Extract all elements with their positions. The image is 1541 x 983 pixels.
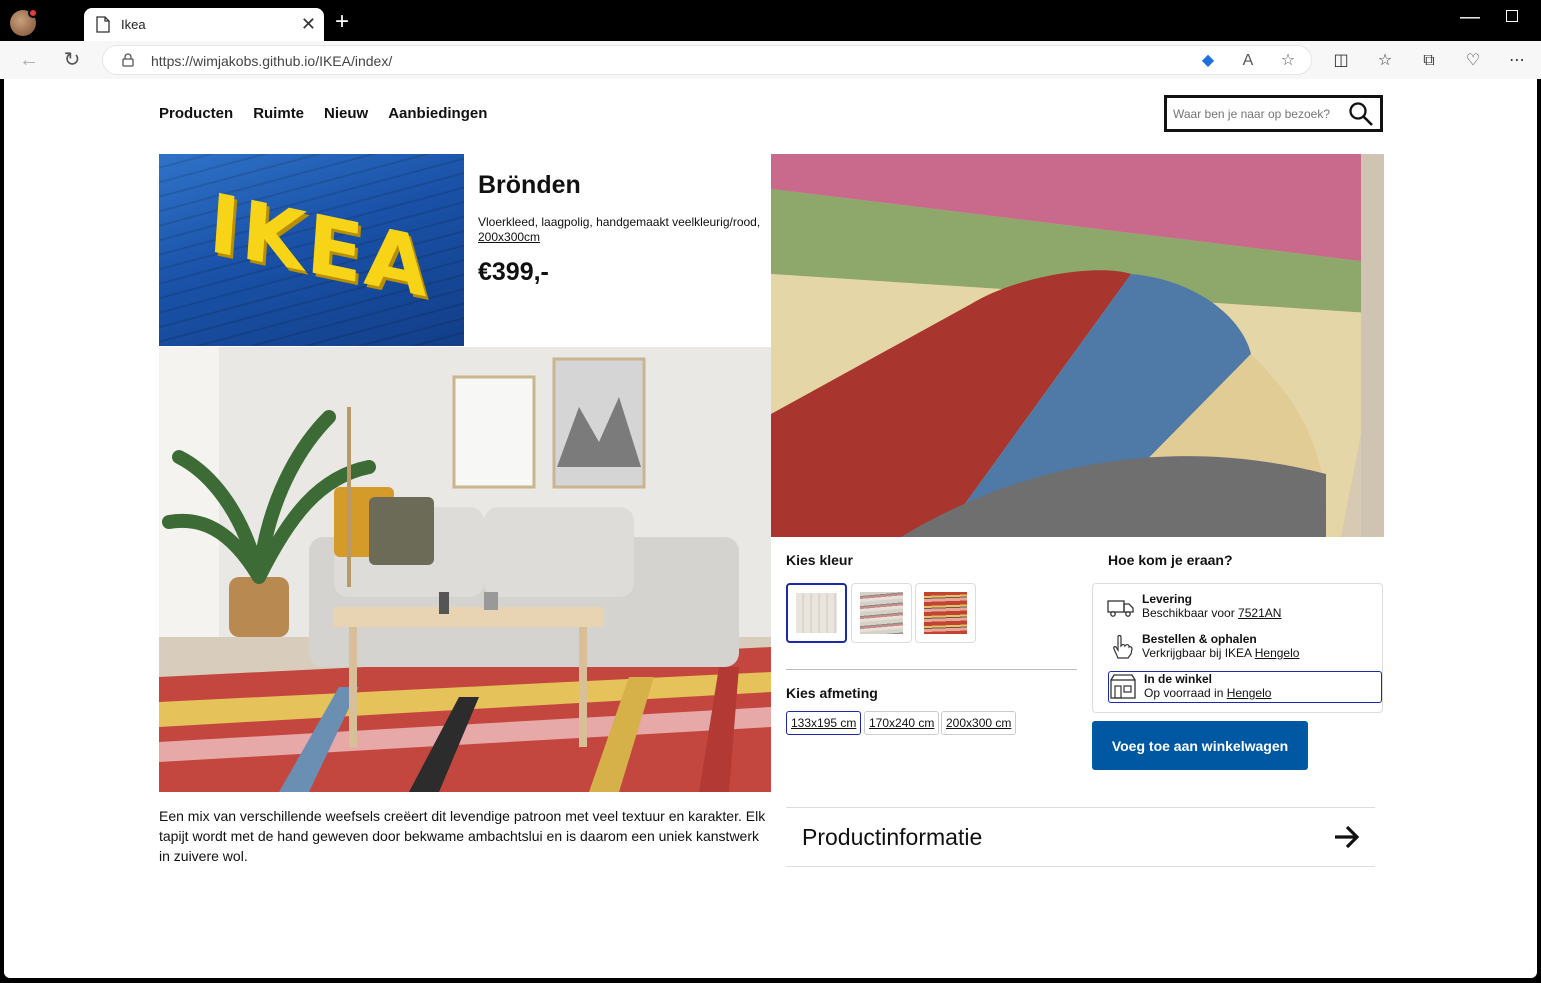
delivery-option-title: In de winkel	[1144, 672, 1213, 686]
store-location-link[interactable]: Hengelo	[1255, 646, 1300, 660]
delivery-option-title: Bestellen & ophalen	[1142, 632, 1257, 646]
delivery-option-levering[interactable]: Levering Beschikbaar voor 7521AN	[1107, 592, 1383, 624]
store-icon	[1110, 674, 1136, 699]
color-swatch-multicolor[interactable]	[851, 583, 912, 643]
size-picker-title: Kies afmeting	[786, 685, 878, 701]
browser-tab[interactable]: Ikea ✕	[84, 8, 324, 41]
notification-dot	[28, 8, 38, 18]
delivery-options-panel: Levering Beschikbaar voor 7521AN Bestell…	[1092, 583, 1383, 713]
page-icon	[96, 16, 110, 33]
living-room-image	[159, 347, 771, 792]
product-info-title: Productinformatie	[802, 824, 983, 850]
ikea-store-image: IKEA	[159, 154, 464, 346]
postcode-link[interactable]: 7521AN	[1238, 606, 1281, 620]
main-navigation: Producten Ruimte Nieuw Aanbiedingen	[159, 105, 487, 122]
rug-closeup-image	[771, 154, 1384, 537]
page-viewport: Producten Ruimte Nieuw Aanbiedingen IKEA…	[4, 79, 1537, 978]
browser-titlebar: Ikea ✕ + —	[0, 0, 1541, 41]
tab-title: Ikea	[121, 17, 146, 32]
collections-icon[interactable]: ⧉	[1418, 50, 1440, 72]
nav-item-aanbiedingen[interactable]: Aanbiedingen	[388, 105, 487, 122]
delivery-option-bestellen-ophalen[interactable]: Bestellen & ophalen Verkrijgbaar bij IKE…	[1107, 632, 1383, 664]
address-bar[interactable]: https://wimjakobs.github.io/IKEA/index/ …	[102, 45, 1312, 75]
lock-icon	[122, 53, 134, 67]
color-swatch-natural[interactable]	[786, 583, 847, 643]
delivery-option-in-de-winkel[interactable]: In de winkel Op voorraad in Hengelo	[1108, 671, 1382, 703]
split-screen-icon[interactable]: ◫	[1330, 50, 1352, 72]
add-to-cart-button[interactable]: Voeg toe aan winkelwagen	[1092, 721, 1308, 770]
size-option-133x195[interactable]: 133x195 cm	[786, 711, 862, 735]
delivery-option-subtitle: Op voorraad in Hengelo	[1144, 686, 1272, 700]
new-tab-icon[interactable]: +	[330, 10, 354, 34]
section-divider	[786, 669, 1077, 670]
browser-toolbar: ← ↻ https://wimjakobs.github.io/IKEA/ind…	[0, 41, 1541, 79]
search-icon[interactable]	[1348, 101, 1374, 127]
color-swatch-red-multicolor[interactable]	[915, 583, 976, 643]
favorites-icon[interactable]: ☆	[1374, 50, 1396, 72]
browser-essentials-icon[interactable]: ♡	[1462, 50, 1484, 72]
price-tag-icon[interactable]: ◆	[1198, 51, 1218, 71]
url-text: https://wimjakobs.github.io/IKEA/index/	[151, 53, 393, 69]
product-price: €399,-	[478, 258, 549, 286]
product-info-accordion[interactable]: Productinformatie	[786, 807, 1375, 867]
product-long-description: Een mix van verschillende weefsels creëe…	[159, 808, 766, 864]
delivery-option-title: Levering	[1142, 592, 1193, 606]
nav-item-nieuw[interactable]: Nieuw	[324, 105, 368, 122]
search-input[interactable]	[1173, 104, 1343, 124]
more-menu-icon[interactable]: ⋯	[1506, 50, 1528, 72]
nav-item-ruimte[interactable]: Ruimte	[253, 105, 304, 122]
delivery-title: Hoe kom je eraan?	[1108, 552, 1233, 568]
delivery-option-subtitle: Verkrijgbaar bij IKEA Hengelo	[1142, 646, 1300, 660]
product-description: Vloerkleed, laagpolig, handgemaakt veelk…	[478, 215, 768, 245]
profile-avatar[interactable]	[10, 8, 38, 36]
delivery-option-subtitle: Beschikbaar voor 7521AN	[1142, 606, 1282, 620]
back-icon[interactable]: ←	[15, 47, 43, 73]
refresh-icon[interactable]: ↻	[58, 47, 86, 73]
product-description-text: Vloerkleed, laagpolig, handgemaakt veelk…	[478, 215, 761, 229]
nav-item-producten[interactable]: Producten	[159, 105, 233, 122]
read-aloud-icon[interactable]: A	[1238, 51, 1258, 71]
product-name: Brönden	[478, 171, 581, 199]
size-option-170x240[interactable]: 170x240 cm	[864, 711, 940, 735]
favorite-star-icon[interactable]: ☆	[1278, 51, 1298, 71]
truck-icon	[1107, 600, 1134, 617]
maximize-icon[interactable]	[1506, 10, 1518, 22]
store-location-link[interactable]: Hengelo	[1227, 686, 1272, 700]
product-size-link[interactable]: 200x300cm	[478, 230, 540, 244]
search-box	[1164, 95, 1383, 132]
minimize-icon[interactable]: —	[1460, 6, 1480, 29]
size-option-200x300[interactable]: 200x300 cm	[941, 711, 1017, 735]
color-picker-title: Kies kleur	[786, 552, 853, 568]
hand-pointer-icon	[1113, 634, 1133, 659]
arrow-right-icon	[1335, 825, 1360, 849]
close-tab-icon[interactable]: ✕	[301, 14, 316, 34]
